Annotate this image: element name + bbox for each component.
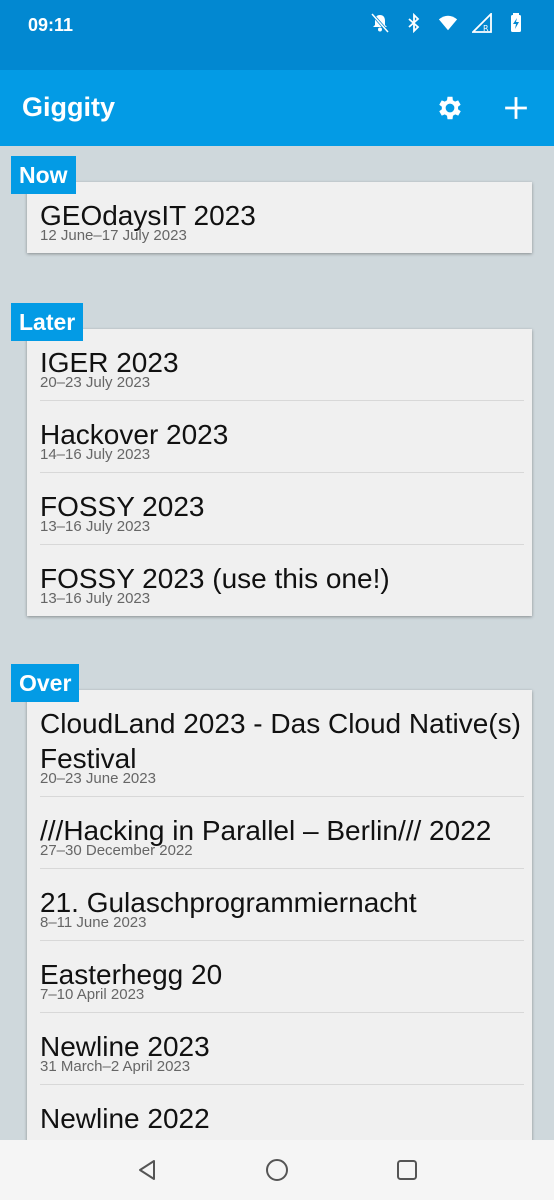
settings-icon — [439, 96, 461, 120]
section-card: GEOdaysIT 2023 12 June–17 July 2023 — [27, 182, 532, 253]
status-icons: R — [370, 12, 526, 34]
conference-list[interactable]: GEOdaysIT 2023 12 June–17 July 2023 Now … — [0, 146, 554, 1140]
add-icon — [505, 97, 527, 119]
list-item[interactable]: ///Hacking in Parallel – Berlin/// 2022 … — [40, 797, 524, 869]
item-date: 8–11 June 2023 — [40, 914, 147, 931]
signal-icon: R — [472, 12, 492, 34]
list-item[interactable]: Newline 2022 — [40, 1085, 524, 1140]
home-icon — [266, 1159, 288, 1181]
navigation-bar — [0, 1140, 554, 1200]
list-item[interactable]: FOSSY 2023 (use this one!) 13–16 July 20… — [40, 545, 524, 616]
list-item[interactable]: GEOdaysIT 2023 12 June–17 July 2023 — [40, 182, 524, 253]
bell-off-icon — [370, 12, 390, 34]
list-item[interactable]: FOSSY 2023 13–16 July 2023 — [40, 473, 524, 545]
item-title: Newline 2022 — [40, 1103, 210, 1134]
back-icon — [139, 1160, 155, 1180]
status-bar: 09:11 R — [0, 0, 554, 70]
signal-badge: R — [483, 24, 489, 33]
item-date: 20–23 July 2023 — [40, 374, 151, 391]
back-button[interactable] — [127, 1150, 167, 1190]
section-card: CloudLand 2023 - Das Cloud Native(s) Fes… — [27, 690, 532, 1140]
battery-icon — [506, 12, 526, 34]
list-item[interactable]: 21. Gulaschprogrammiernacht 8–11 June 20… — [40, 869, 524, 941]
item-title: CloudLand 2023 - Das Cloud Native(s) Fes… — [40, 708, 521, 774]
item-date: 12 June–17 July 2023 — [40, 227, 187, 244]
list-item[interactable]: Newline 2023 31 March–2 April 2023 — [40, 1013, 524, 1085]
settings-button[interactable] — [432, 88, 468, 128]
item-date: 13–16 July 2023 — [40, 518, 151, 535]
bluetooth-icon — [404, 12, 424, 34]
section-header: Now — [11, 156, 76, 194]
recents-button[interactable] — [387, 1150, 427, 1190]
item-date: 31 March–2 April 2023 — [40, 1058, 191, 1075]
item-date: 14–16 July 2023 — [40, 446, 151, 463]
item-date: 20–23 June 2023 — [40, 770, 156, 787]
list-item[interactable]: IGER 2023 20–23 July 2023 — [40, 329, 524, 401]
home-button[interactable] — [257, 1150, 297, 1190]
app-bar: Giggity — [0, 70, 554, 146]
add-button[interactable] — [498, 88, 534, 128]
section-header: Later — [11, 303, 84, 341]
app-actions — [432, 88, 534, 128]
section-card: IGER 2023 20–23 July 2023 Hackover 2023 … — [27, 329, 532, 616]
item-date: 13–16 July 2023 — [40, 590, 151, 607]
wifi-icon — [438, 12, 458, 34]
recents-icon — [397, 1160, 417, 1180]
item-date: 7–10 April 2023 — [40, 986, 145, 1003]
section-header: Over — [11, 664, 80, 702]
list-item[interactable]: Easterhegg 20 7–10 April 2023 — [40, 941, 524, 1013]
list-item[interactable]: CloudLand 2023 - Das Cloud Native(s) Fes… — [40, 690, 524, 797]
app-title: Giggity — [22, 92, 115, 122]
status-time: 09:11 — [28, 15, 74, 35]
list-item[interactable]: Hackover 2023 14–16 July 2023 — [40, 401, 524, 473]
item-date: 27–30 December 2022 — [40, 842, 193, 859]
